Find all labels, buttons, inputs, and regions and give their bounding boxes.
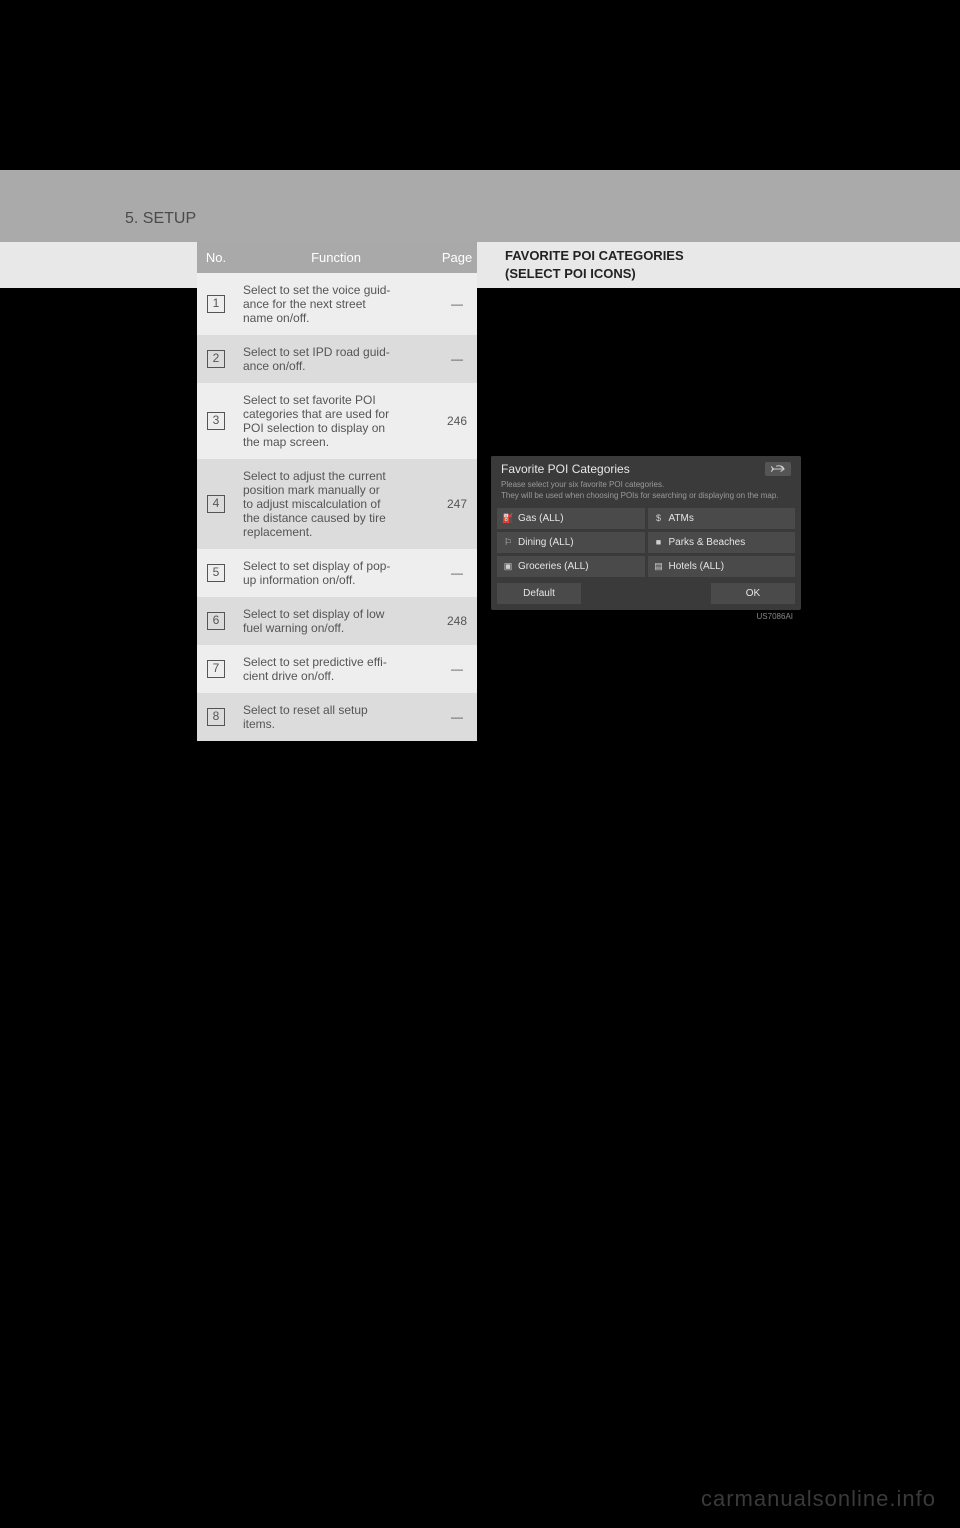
poi-category-label: ATMs — [669, 513, 694, 524]
back-arrow-icon — [771, 465, 785, 473]
table-row: 5 Select to set display of pop- up inform… — [197, 549, 477, 597]
row-number-box: 2 — [207, 350, 225, 368]
row-number-box: 4 — [207, 495, 225, 513]
row-function-cell: Select to set predictive effi- cient dri… — [235, 645, 437, 693]
row-function-cell: Select to set display of pop- up informa… — [235, 549, 437, 597]
table-row: 6 Select to set display of low fuel warni… — [197, 597, 477, 645]
poi-category-label: Dining (ALL) — [518, 537, 574, 548]
cart-icon: ▣ — [503, 561, 513, 571]
sub-band — [0, 242, 960, 288]
screenshot-desc-line1: Please select your six favorite POI cate… — [501, 480, 791, 491]
poi-category-label: Parks & Beaches — [669, 537, 746, 548]
poi-screenshot: Favorite POI Categories Please select yo… — [491, 456, 801, 610]
poi-category-item[interactable]: ▤ Hotels (ALL) — [648, 556, 796, 577]
row-function-cell: Select to set the voice guid- ance for t… — [235, 273, 437, 335]
gas-pump-icon: ⛽ — [503, 513, 513, 523]
section-label: 5. SETUP — [125, 210, 196, 228]
row-function-cell: Select to reset all setup items. — [235, 693, 437, 741]
row-number-box: 6 — [207, 612, 225, 630]
row-number-cell: 4 — [197, 459, 235, 549]
default-button[interactable]: Default — [497, 583, 581, 604]
col-no: No. — [197, 242, 235, 273]
row-page-cell: — — [437, 335, 477, 383]
poi-category-label: Hotels (ALL) — [669, 561, 725, 572]
row-page-cell: — — [437, 645, 477, 693]
screenshot-title: Favorite POI Categories — [501, 462, 630, 476]
dollar-icon: $ — [654, 513, 664, 523]
row-page-cell: 247 — [437, 459, 477, 549]
row-function-cell: Select to set IPD road guid- ance on/off… — [235, 335, 437, 383]
right-title-line2: (SELECT POI ICONS) — [505, 265, 801, 283]
row-number-cell: 7 — [197, 645, 235, 693]
watermark: carmanualsonline.info — [701, 1486, 936, 1512]
right-title-box: FAVORITE POI CATEGORIES (SELECT POI ICON… — [491, 242, 801, 288]
row-function-cell: Select to adjust the current position ma… — [235, 459, 437, 549]
bed-icon: ▤ — [654, 561, 664, 571]
screenshot-desc: Please select your six favorite POI cate… — [491, 480, 801, 508]
row-number-box: 8 — [207, 708, 225, 726]
tree-icon: ■ — [654, 537, 664, 547]
row-number-cell: 8 — [197, 693, 235, 741]
row-page-cell: 246 — [437, 383, 477, 459]
row-number-box: 5 — [207, 564, 225, 582]
poi-category-item[interactable]: ▣ Groceries (ALL) — [497, 556, 645, 577]
table-row: 1 Select to set the voice guid- ance for … — [197, 273, 477, 335]
ok-button[interactable]: OK — [711, 583, 795, 604]
row-number-cell: 5 — [197, 549, 235, 597]
table-row: 8 Select to reset all setup items.— — [197, 693, 477, 741]
function-table: No. Function Page 1 Select to set the voi… — [197, 242, 477, 741]
row-number-cell: 1 — [197, 273, 235, 335]
row-number-box: 3 — [207, 412, 225, 430]
poi-category-label: Gas (ALL) — [518, 513, 564, 524]
row-function-cell: Select to set display of low fuel warnin… — [235, 597, 437, 645]
row-number-cell: 3 — [197, 383, 235, 459]
row-number-cell: 6 — [197, 597, 235, 645]
table-row: 7 Select to set predictive effi- cient dr… — [197, 645, 477, 693]
poi-category-item[interactable]: ■ Parks & Beaches — [648, 532, 796, 553]
back-button[interactable] — [765, 462, 791, 476]
header-band: 5. SETUP — [0, 170, 960, 242]
row-page-cell: — — [437, 549, 477, 597]
screenshot-desc-line2: They will be used when choosing POIs for… — [501, 491, 791, 502]
table-row: 3 Select to set favorite POI categories t… — [197, 383, 477, 459]
poi-category-item[interactable]: ⚐ Dining (ALL) — [497, 532, 645, 553]
row-number-box: 1 — [207, 295, 225, 313]
screenshot-code: US7086AI — [491, 610, 801, 621]
table-row: 4 Select to adjust the current position m… — [197, 459, 477, 549]
row-page-cell: — — [437, 693, 477, 741]
col-function: Function — [235, 242, 437, 273]
row-function-cell: Select to set favorite POI categories th… — [235, 383, 437, 459]
fork-knife-icon: ⚐ — [503, 537, 513, 547]
col-page: Page — [437, 242, 477, 273]
row-page-cell: 248 — [437, 597, 477, 645]
poi-category-item[interactable]: ⛽ Gas (ALL) — [497, 508, 645, 529]
row-number-box: 7 — [207, 660, 225, 678]
table-row: 2 Select to set IPD road guid- ance on/of… — [197, 335, 477, 383]
row-page-cell: — — [437, 273, 477, 335]
row-number-cell: 2 — [197, 335, 235, 383]
right-title-line1: FAVORITE POI CATEGORIES — [505, 247, 801, 265]
poi-category-item[interactable]: $ ATMs — [648, 508, 796, 529]
poi-category-label: Groceries (ALL) — [518, 561, 589, 572]
